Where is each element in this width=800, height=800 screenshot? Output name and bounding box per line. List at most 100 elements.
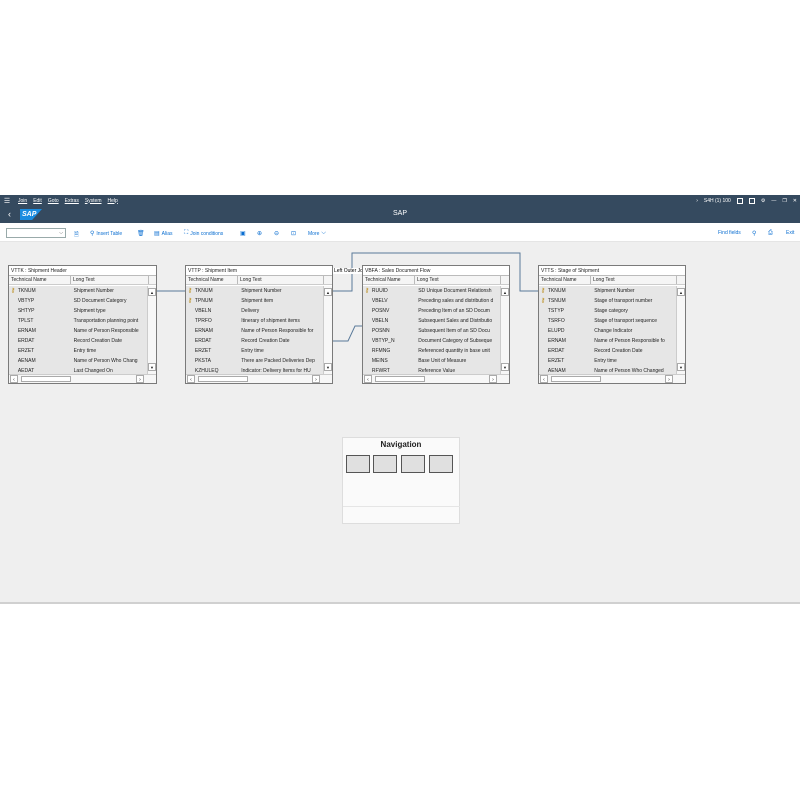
horizontal-scrollbar[interactable]: ‹ › (539, 374, 685, 383)
menu-system[interactable]: System (85, 198, 102, 204)
field-row[interactable]: TPRFO Itinerary of shipment items (186, 316, 323, 326)
field-row[interactable]: ⚷ TKNUM Shipment Number (9, 286, 147, 296)
field-row[interactable]: AENAM Name of Person Who Chang (9, 356, 147, 366)
table-window[interactable]: VTTP : Shipment Item Technical Name Long T… (185, 265, 333, 384)
field-row[interactable]: MEINS Base Unit of Measure (363, 356, 500, 366)
print-icon[interactable]: ⎙ (768, 230, 773, 237)
field-row[interactable]: ⚷ RUUID SD Unique Document Relationsh (363, 286, 500, 296)
document-icon[interactable]: 🗎 (74, 230, 79, 240)
find-fields-button[interactable]: Find fields (718, 230, 741, 236)
scroll-up-icon[interactable]: ▲ (677, 288, 685, 296)
scroll-thumb[interactable] (198, 376, 248, 382)
insert-table-button[interactable]: ⚲ Insert Table (90, 230, 122, 238)
field-row[interactable]: VBTYP SD Document Category (9, 296, 147, 306)
join-conditions-button[interactable]: ⛶ Join conditions (184, 230, 223, 237)
scroll-thumb[interactable] (551, 376, 601, 382)
field-row[interactable]: ERDAT Record Creation Date (539, 346, 676, 356)
field-row[interactable]: ERDAT Record Creation Date (186, 336, 323, 346)
scroll-up-icon[interactable]: ▲ (148, 288, 156, 296)
table-window[interactable]: VBFA : Sales Document Flow Technical Name… (362, 265, 510, 384)
table-window-title[interactable]: VTTK : Shipment Header (9, 266, 156, 276)
column-header-technical-name[interactable]: Technical Name (9, 276, 71, 284)
scroll-right-icon[interactable]: › (665, 375, 673, 383)
scroll-right-icon[interactable]: › (489, 375, 497, 383)
scroll-down-icon[interactable]: ▼ (324, 363, 332, 371)
toolbar-dropdown[interactable]: ⌵ (6, 228, 66, 238)
horizontal-scrollbar[interactable]: ‹ › (9, 374, 156, 383)
scroll-left-icon[interactable]: ‹ (187, 375, 195, 383)
customize-icon[interactable]: ⚙ (761, 198, 765, 204)
field-row[interactable]: PKSTA There are Packed Deliveries Dep (186, 356, 323, 366)
column-header-long-text[interactable]: Long Text (238, 276, 324, 284)
menu-extras[interactable]: Extras (65, 198, 79, 204)
window-icon[interactable] (736, 197, 743, 204)
column-header-long-text[interactable]: Long Text (591, 276, 677, 284)
vertical-scrollbar[interactable]: ▲ ▼ (500, 286, 509, 374)
scroll-thumb[interactable] (21, 376, 71, 382)
scroll-right-icon[interactable]: › (136, 375, 144, 383)
vertical-scrollbar[interactable]: ▲ ▼ (323, 286, 332, 374)
column-header-technical-name[interactable]: Technical Name (539, 276, 591, 284)
restore-icon[interactable]: ❐ (782, 198, 786, 204)
field-row[interactable]: VBELN Delivery (186, 306, 323, 316)
search-icon[interactable]: ⚲ (752, 230, 756, 237)
scroll-down-icon[interactable]: ▼ (148, 363, 156, 371)
field-row[interactable]: RFWRT Reference Value (363, 366, 500, 374)
field-row[interactable]: VBELN Subsequent Sales and Distributio (363, 316, 500, 326)
nav-thumb-vttp[interactable] (373, 455, 397, 473)
menu-edit[interactable]: Edit (33, 198, 42, 204)
vertical-scrollbar[interactable]: ▲ ▼ (676, 286, 685, 374)
field-row[interactable]: VBTYP_N Document Category of Subseque (363, 336, 500, 346)
chevron-right-icon[interactable]: › (696, 198, 698, 204)
more-button[interactable]: More ⌵ (308, 230, 326, 237)
field-row[interactable]: AENAM Name of Person Who Changed (539, 366, 676, 374)
field-row[interactable]: ⚷ TKNUM Shipment Number (186, 286, 323, 296)
field-row[interactable]: TPLST Transportation planning point (9, 316, 147, 326)
field-row[interactable]: KZHULEQ Indicator: Delivery Items for HU (186, 366, 323, 374)
scroll-down-icon[interactable]: ▼ (677, 363, 685, 371)
column-header-technical-name[interactable]: Technical Name (186, 276, 238, 284)
field-row[interactable]: ERNAM Name of Person Responsible for (186, 326, 323, 336)
close-icon[interactable]: ✕ (793, 198, 797, 204)
field-row[interactable]: ERZET Entry time (186, 346, 323, 356)
nav-thumb-vttk[interactable] (346, 455, 370, 473)
scroll-left-icon[interactable]: ‹ (364, 375, 372, 383)
alias-button[interactable]: ▤ Alias (154, 230, 173, 238)
column-header-long-text[interactable]: Long Text (71, 276, 149, 284)
scroll-thumb[interactable] (375, 376, 425, 382)
field-row[interactable]: ERDAT Record Creation Date (9, 336, 147, 346)
horizontal-scrollbar[interactable]: ‹ › (363, 374, 509, 383)
scroll-up-icon[interactable]: ▲ (324, 288, 332, 296)
menu-join[interactable]: Join (18, 198, 27, 204)
field-row[interactable]: TSTYP Stage category (539, 306, 676, 316)
scroll-left-icon[interactable]: ‹ (540, 375, 548, 383)
table-window-title[interactable]: VBFA : Sales Document Flow (363, 266, 509, 276)
zoom-in-icon[interactable]: ⊕ (257, 230, 262, 237)
column-header-technical-name[interactable]: Technical Name (363, 276, 415, 284)
zoom-out-icon[interactable]: ⊖ (274, 230, 279, 237)
delete-icon[interactable]: 🗑 (137, 230, 145, 237)
field-row[interactable]: ERNAM Name of Person Responsible fo (539, 336, 676, 346)
layout-icon[interactable]: ▣ (240, 230, 246, 237)
field-row[interactable]: ERNAM Name of Person Responsible (9, 326, 147, 336)
horizontal-scrollbar[interactable]: ‹ › (186, 374, 332, 383)
vertical-scrollbar[interactable]: ▲ ▼ (147, 286, 156, 374)
field-row[interactable]: POSNV Preceding Item of an SD Docum (363, 306, 500, 316)
fit-icon[interactable]: ⊡ (291, 230, 296, 237)
scroll-right-icon[interactable]: › (312, 375, 320, 383)
field-row[interactable]: ERZET Entry time (9, 346, 147, 356)
table-window-title[interactable]: VTTS : Stage of Shipment (539, 266, 685, 276)
field-row[interactable]: AEDAT Last Changed On (9, 366, 147, 374)
field-row[interactable]: RFMNG Referenced quantity in base unit (363, 346, 500, 356)
nav-thumb-vbfa[interactable] (401, 455, 425, 473)
menu-help[interactable]: Help (108, 198, 118, 204)
screen-icon[interactable] (748, 197, 755, 204)
field-row[interactable]: POSNN Subsequent Item of an SD Docu (363, 326, 500, 336)
table-window[interactable]: VTTS : Stage of Shipment Technical Name Lo… (538, 265, 686, 384)
table-window[interactable]: VTTK : Shipment Header Technical Name Long… (8, 265, 157, 384)
exit-button[interactable]: Exit (786, 230, 794, 236)
scroll-up-icon[interactable]: ▲ (501, 288, 509, 296)
field-row[interactable]: ⚷ TKNUM Shipment Number (539, 286, 676, 296)
scroll-down-icon[interactable]: ▼ (501, 363, 509, 371)
field-row[interactable]: ⚷ TSNUM Stage of transport number (539, 296, 676, 306)
